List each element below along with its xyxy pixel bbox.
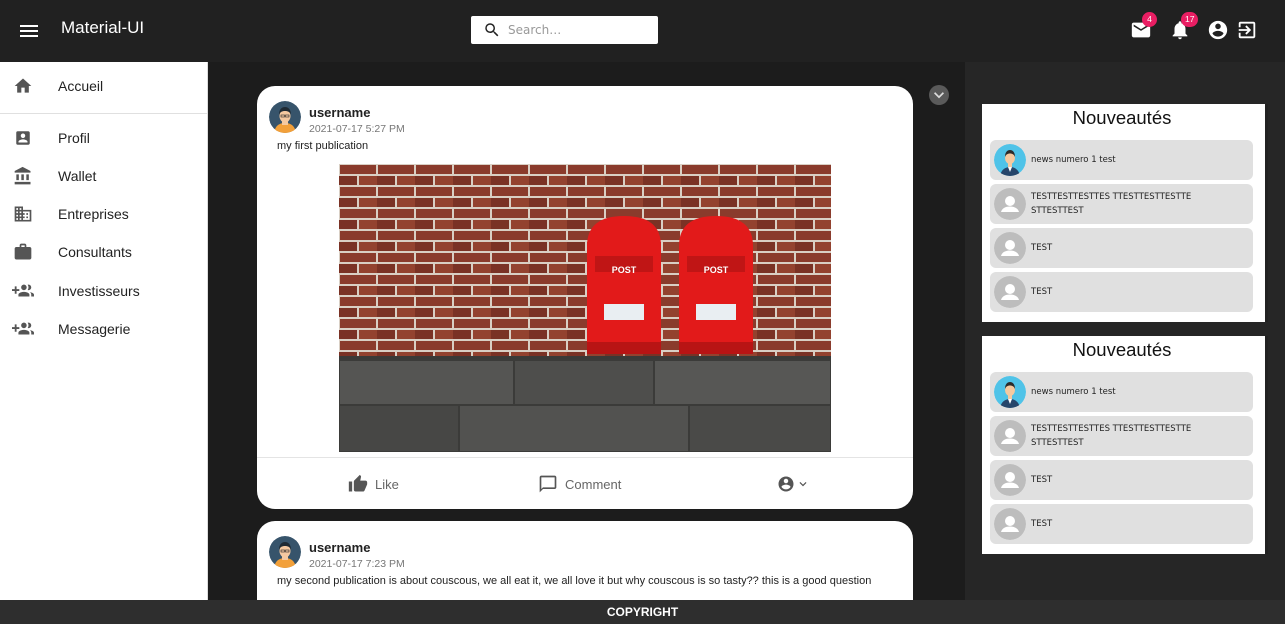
sidebar-item-label: Investisseurs [58, 283, 140, 299]
news-item[interactable]: TESTTESTTESTTES TTESTTESTTESTTE STTESTTE… [990, 184, 1253, 224]
app-title: Material-UI [61, 18, 145, 37]
news-item[interactable]: TEST [990, 272, 1253, 312]
sidebar-item-entreprises[interactable]: Entreprises [0, 195, 207, 233]
home-icon [12, 75, 34, 97]
work-icon [12, 241, 34, 263]
notifications-button[interactable]: 17 [1169, 12, 1199, 43]
news-card: Nouveautés news numero 1 test TESTTESTTE… [982, 104, 1268, 322]
avatar [994, 276, 1026, 308]
post-image[interactable]: POST POST [338, 164, 832, 453]
news-text: TEST [1031, 287, 1053, 297]
avatar [994, 232, 1026, 264]
sidebar-item-label: Messagerie [58, 321, 131, 337]
news-title: Nouveautés [1072, 107, 1172, 128]
like-label: Like [375, 476, 399, 492]
account-circle-icon [778, 476, 794, 492]
footer: COPYRIGHT [0, 600, 1285, 624]
thumb-up-icon [348, 474, 368, 492]
news-text: TEST [1031, 243, 1053, 253]
news-item[interactable]: TESTTESTTESTTES TTESTTESTTESTTE STTESTTE… [990, 416, 1253, 456]
group-add-icon [12, 318, 34, 340]
account-circle-icon [1208, 20, 1228, 40]
post-actions: Like Comment [257, 457, 913, 509]
like-button[interactable]: Like [348, 473, 399, 495]
search-icon [485, 23, 499, 37]
comment-icon [539, 475, 557, 493]
news-item[interactable]: TEST [990, 228, 1253, 268]
avatar [994, 144, 1026, 176]
account-box-icon [12, 127, 34, 149]
news-item[interactable]: TEST [990, 504, 1253, 544]
feed[interactable]: username 2021-07-17 5:27 PM my first pub… [208, 62, 965, 600]
mail-badge: 4 [1142, 12, 1157, 27]
sidebar-item-label: Entreprises [58, 206, 129, 222]
news-card: Nouveautés news numero 1 test TESTTESTTE… [982, 336, 1268, 554]
app-bar: Material-UI 4 17 [0, 0, 1285, 62]
news-text: TEST [1031, 519, 1053, 529]
post-text: my second publication is about couscous,… [277, 575, 872, 587]
mail-button[interactable]: 4 [1130, 12, 1157, 43]
news-text: news numero 1 test [1031, 387, 1116, 397]
comment-label: Comment [565, 476, 622, 492]
post-card: username 2021-07-17 5:27 PM my first pub… [257, 86, 913, 509]
post-text: my first publication [277, 140, 369, 152]
sidebar-item-label: Profil [58, 130, 90, 146]
exit-icon [1238, 21, 1256, 39]
search-input[interactable] [508, 20, 648, 40]
share-menu-button[interactable] [777, 473, 817, 495]
avatar [994, 376, 1026, 408]
sidebar-item-label: Wallet [58, 168, 97, 184]
news-title: Nouveautés [1072, 339, 1172, 360]
account-button[interactable] [1207, 19, 1231, 43]
avatar [994, 508, 1026, 540]
group-add-icon [12, 280, 34, 302]
avatar [269, 101, 301, 133]
avatar [269, 536, 301, 568]
news-text: TESTTESTTESTTES TTESTTESTTESTTE STTESTTE… [1031, 192, 1192, 216]
chevron-down-icon[interactable] [929, 85, 949, 105]
sidebar: Accueil Profil Wallet Entreprises Consul… [0, 62, 208, 600]
sidebar-item-profil[interactable]: Profil [0, 119, 207, 157]
sidebar-item-investisseurs[interactable]: Investisseurs [0, 272, 207, 310]
news-panel: Nouveautés news numero 1 test TESTTESTTE… [965, 62, 1285, 600]
post-date: 2021-07-17 5:27 PM [309, 123, 405, 135]
sidebar-item-label: Accueil [58, 78, 104, 94]
svg-text:POST: POST [612, 265, 637, 275]
sidebar-item-label: Consultants [58, 244, 132, 260]
chevron-down-icon [799, 482, 807, 487]
sidebar-divider [0, 113, 207, 114]
news-item[interactable]: TEST [990, 460, 1253, 500]
post-card: username 2021-07-17 7:23 PM my second pu… [257, 521, 913, 600]
post-username[interactable]: username [309, 540, 370, 555]
sidebar-item-wallet[interactable]: Wallet [0, 157, 207, 195]
business-icon [12, 203, 34, 225]
sidebar-item-accueil[interactable]: Accueil [0, 67, 207, 105]
avatar [994, 464, 1026, 496]
copyright-text: COPYRIGHT [606, 605, 679, 619]
logout-button[interactable] [1236, 19, 1260, 43]
menu-icon[interactable] [17, 19, 41, 43]
avatar [994, 420, 1026, 452]
svg-text:POST: POST [704, 265, 729, 275]
post-date: 2021-07-17 7:23 PM [309, 558, 405, 570]
search-box[interactable] [471, 16, 658, 44]
news-text: TESTTESTTESTTES TTESTTESTTESTTE STTESTTE… [1031, 424, 1192, 448]
news-item[interactable]: news numero 1 test [990, 140, 1253, 180]
sidebar-item-consultants[interactable]: Consultants [0, 233, 207, 271]
avatar [994, 188, 1026, 220]
comment-button[interactable]: Comment [538, 473, 621, 495]
bank-icon [12, 165, 34, 187]
sidebar-item-messagerie[interactable]: Messagerie [0, 310, 207, 348]
post-username[interactable]: username [309, 105, 370, 120]
notifications-badge: 17 [1181, 12, 1199, 27]
news-item[interactable]: news numero 1 test [990, 372, 1253, 412]
news-text: TEST [1031, 475, 1053, 485]
news-text: news numero 1 test [1031, 155, 1116, 165]
